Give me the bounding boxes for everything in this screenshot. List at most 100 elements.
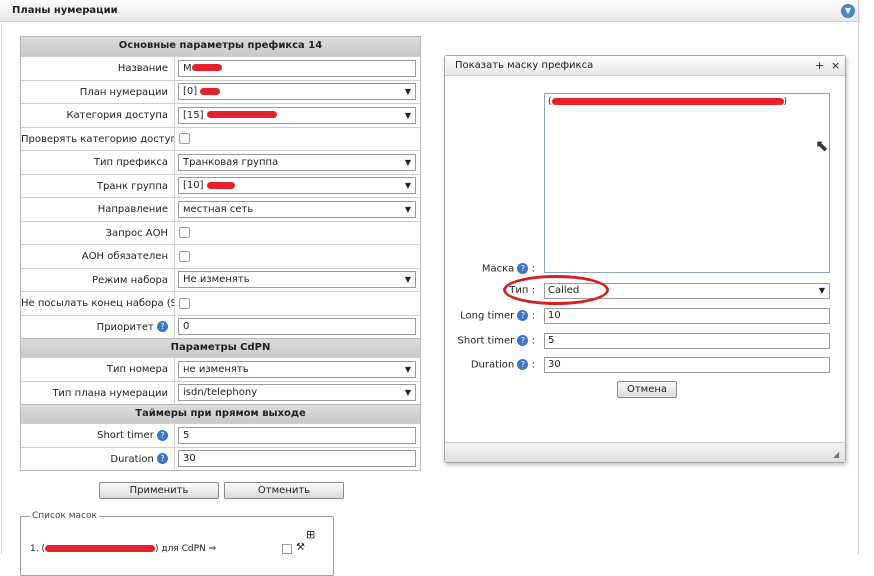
aon-request-checkbox[interactable] [179,227,190,239]
numbering-plan-value: [0] [183,86,198,98]
duration-label-cell: Duration ? : [470,359,535,371]
access-category-label: Категория доступа [21,104,175,127]
prefix-type-select[interactable]: Транковая группа ▼ [178,153,416,171]
name-value: M [183,62,192,74]
check-access-checkbox[interactable] [179,133,190,145]
aon-required-label: АОН обязателен [21,245,175,268]
row-numbering-plan: План нумерации [0] ▼ [21,79,420,103]
check-access-label: Проверять категорию доступа [21,127,175,150]
plan-type-label: Тип плана нумерации [21,381,175,404]
short-timer-label: Short timer [457,335,515,347]
panel-header [0,0,860,22]
trunk-group-select[interactable]: [10] ▼ [178,177,416,195]
direction-label: Направление [21,198,175,221]
row-priority: Приоритет ? 0 [21,314,420,338]
number-type-label: Тип номера [21,358,175,381]
mask-textarea[interactable]: () [544,93,830,273]
close-icon[interactable]: × [831,59,840,72]
priority-label-cell: Приоритет ? [21,315,175,338]
help-icon[interactable]: ? [517,335,529,346]
dial-mode-select[interactable]: Не изменять ▼ [178,271,416,289]
direction-select[interactable]: местная сеть ▼ [178,200,416,218]
highlight-circle [503,275,609,305]
duration-label: Duration [110,453,154,465]
priority-input[interactable]: 0 [178,318,416,336]
row-check-access: Проверять категорию доступа [21,126,420,150]
numbering-plan-label: План нумерации [21,80,175,103]
row-trunk-group: Транк группа [10] ▼ [21,173,420,197]
dropdown-arrow-icon: ▼ [404,275,411,285]
row-no-st: Не посылать конец набора (ST) [21,291,420,315]
help-icon[interactable]: ? [157,429,168,441]
access-category-value: [15] [183,109,204,121]
divider [1,24,2,554]
resize-grip-icon[interactable]: ◢ [833,450,839,459]
mask-list-legend: Список масок [30,511,99,521]
row-duration: Duration ? 30 [21,446,420,470]
duration-label: Duration [470,359,515,371]
section-header-timers: Таймеры при прямом выходе [21,404,420,423]
help-icon[interactable]: ? [517,263,529,274]
number-type-value: не изменять [183,363,249,375]
dial-mode-label: Режим набора [21,268,175,291]
help-icon[interactable]: ? [517,359,529,370]
row-access-category: Категория доступа [15] ▼ [21,103,420,127]
dialog-footer [445,442,845,462]
dropdown-arrow-icon: ▼ [404,181,411,191]
dialog-title: Показать маску префикса [455,60,594,71]
edit-tools-icon[interactable]: ⚒ [296,542,305,553]
mask-list-item[interactable]: 1. () для CdPN ⇒ [30,544,216,554]
dialog-cancel-button[interactable]: Отмена [617,381,677,398]
name-input[interactable]: M [178,59,416,77]
redaction-mark [206,181,235,189]
mask-item-checkbox[interactable] [282,544,292,554]
redaction-mark [206,111,277,119]
help-icon[interactable]: ? [157,453,168,464]
name-label: Название [21,57,175,80]
divider [858,0,859,554]
help-icon[interactable]: ? [157,321,168,332]
prefix-mask-dialog: Показать маску префикса + × () ⬉ Маска ?… [444,55,846,463]
numbering-plan-select[interactable]: [0] ▼ [178,83,416,101]
apply-button[interactable]: Применить [99,482,219,499]
number-type-select[interactable]: не изменять ▼ [178,360,416,378]
row-aon-required: АОН обязателен [21,244,420,268]
trunk-group-label: Транк группа [21,174,175,197]
duration-input[interactable]: 30 [544,357,830,373]
add-mask-icon[interactable]: ⊞ [306,528,315,541]
cancel-button[interactable]: Отменить [224,482,344,499]
short-timer-input[interactable]: 5 [544,333,830,349]
dropdown-arrow-icon: ▼ [404,204,411,214]
dropdown-arrow-icon: ▼ [404,110,411,120]
dropdown-arrow-icon: ▼ [404,87,411,97]
mask-label-cell: Маска ? : [481,263,535,275]
dropdown-arrow-icon: ▼ [818,286,825,295]
short-timer-label: Short timer [97,430,154,441]
maximize-icon[interactable]: + [815,59,824,72]
short-timer-label-cell: Short timer ? : [457,335,535,347]
dropdown-arrow-icon: ▼ [404,157,411,167]
redaction-mark [191,64,222,72]
long-timer-input[interactable]: 10 [544,308,830,324]
duration-input[interactable]: 30 [178,450,416,468]
priority-label: Приоритет [96,321,154,333]
prefix-form: Основные параметры префикса 14 Название … [20,36,421,471]
short-timer-input[interactable]: 5 [178,426,416,444]
no-st-checkbox[interactable] [179,297,190,309]
aon-request-label: Запрос АОН [21,221,175,244]
chevron-down-icon[interactable]: ▼ [841,4,855,18]
help-icon[interactable]: ? [517,310,529,321]
prefix-type-value: Транковая группа [183,156,279,168]
access-category-select[interactable]: [15] ▼ [178,106,416,124]
mask-item-prefix: 1. ( [30,544,45,554]
plan-type-select[interactable]: isdn/telephony ▼ [178,384,416,402]
mask-text-end: ) [783,97,788,107]
aon-required-checkbox[interactable] [179,250,190,262]
dropdown-arrow-icon: ▼ [404,364,411,374]
row-plan-type: Тип плана нумерации isdn/telephony ▼ [21,380,420,404]
row-aon-request: Запрос АОН [21,220,420,244]
redaction-mark [551,98,784,105]
redaction-mark [200,87,221,95]
row-prefix-type: Тип префикса Транковая группа ▼ [21,150,420,174]
prefix-type-label: Тип префикса [21,151,175,174]
